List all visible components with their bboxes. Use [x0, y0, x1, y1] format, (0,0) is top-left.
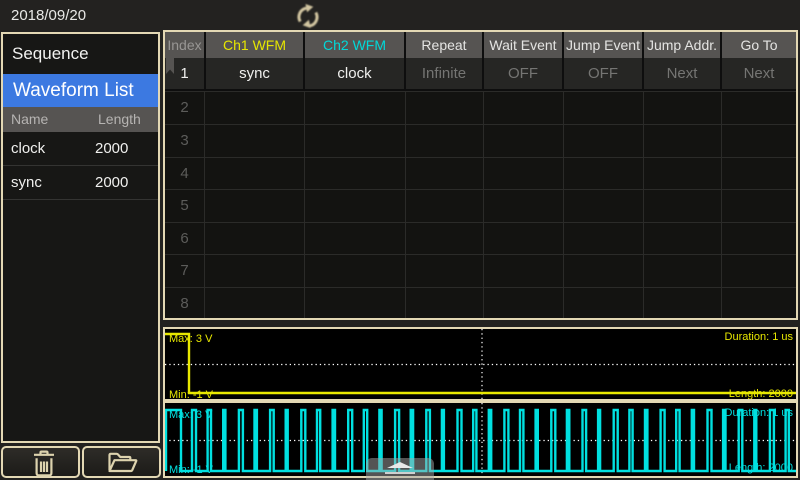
svg-text:Length: 2000: Length: 2000 [729, 388, 793, 399]
svg-text:Max: 3 V: Max: 3 V [169, 409, 213, 421]
svg-text:Duration: 1 us: Duration: 1 us [725, 407, 794, 419]
svg-text:Max: 3 V: Max: 3 V [169, 333, 213, 345]
svg-text:Min: -1 V: Min: -1 V [169, 464, 214, 476]
svg-text:Length: 2000: Length: 2000 [729, 462, 793, 474]
svg-text:Duration: 1 us: Duration: 1 us [725, 331, 794, 343]
svg-text:Min: -1 V: Min: -1 V [169, 389, 214, 399]
